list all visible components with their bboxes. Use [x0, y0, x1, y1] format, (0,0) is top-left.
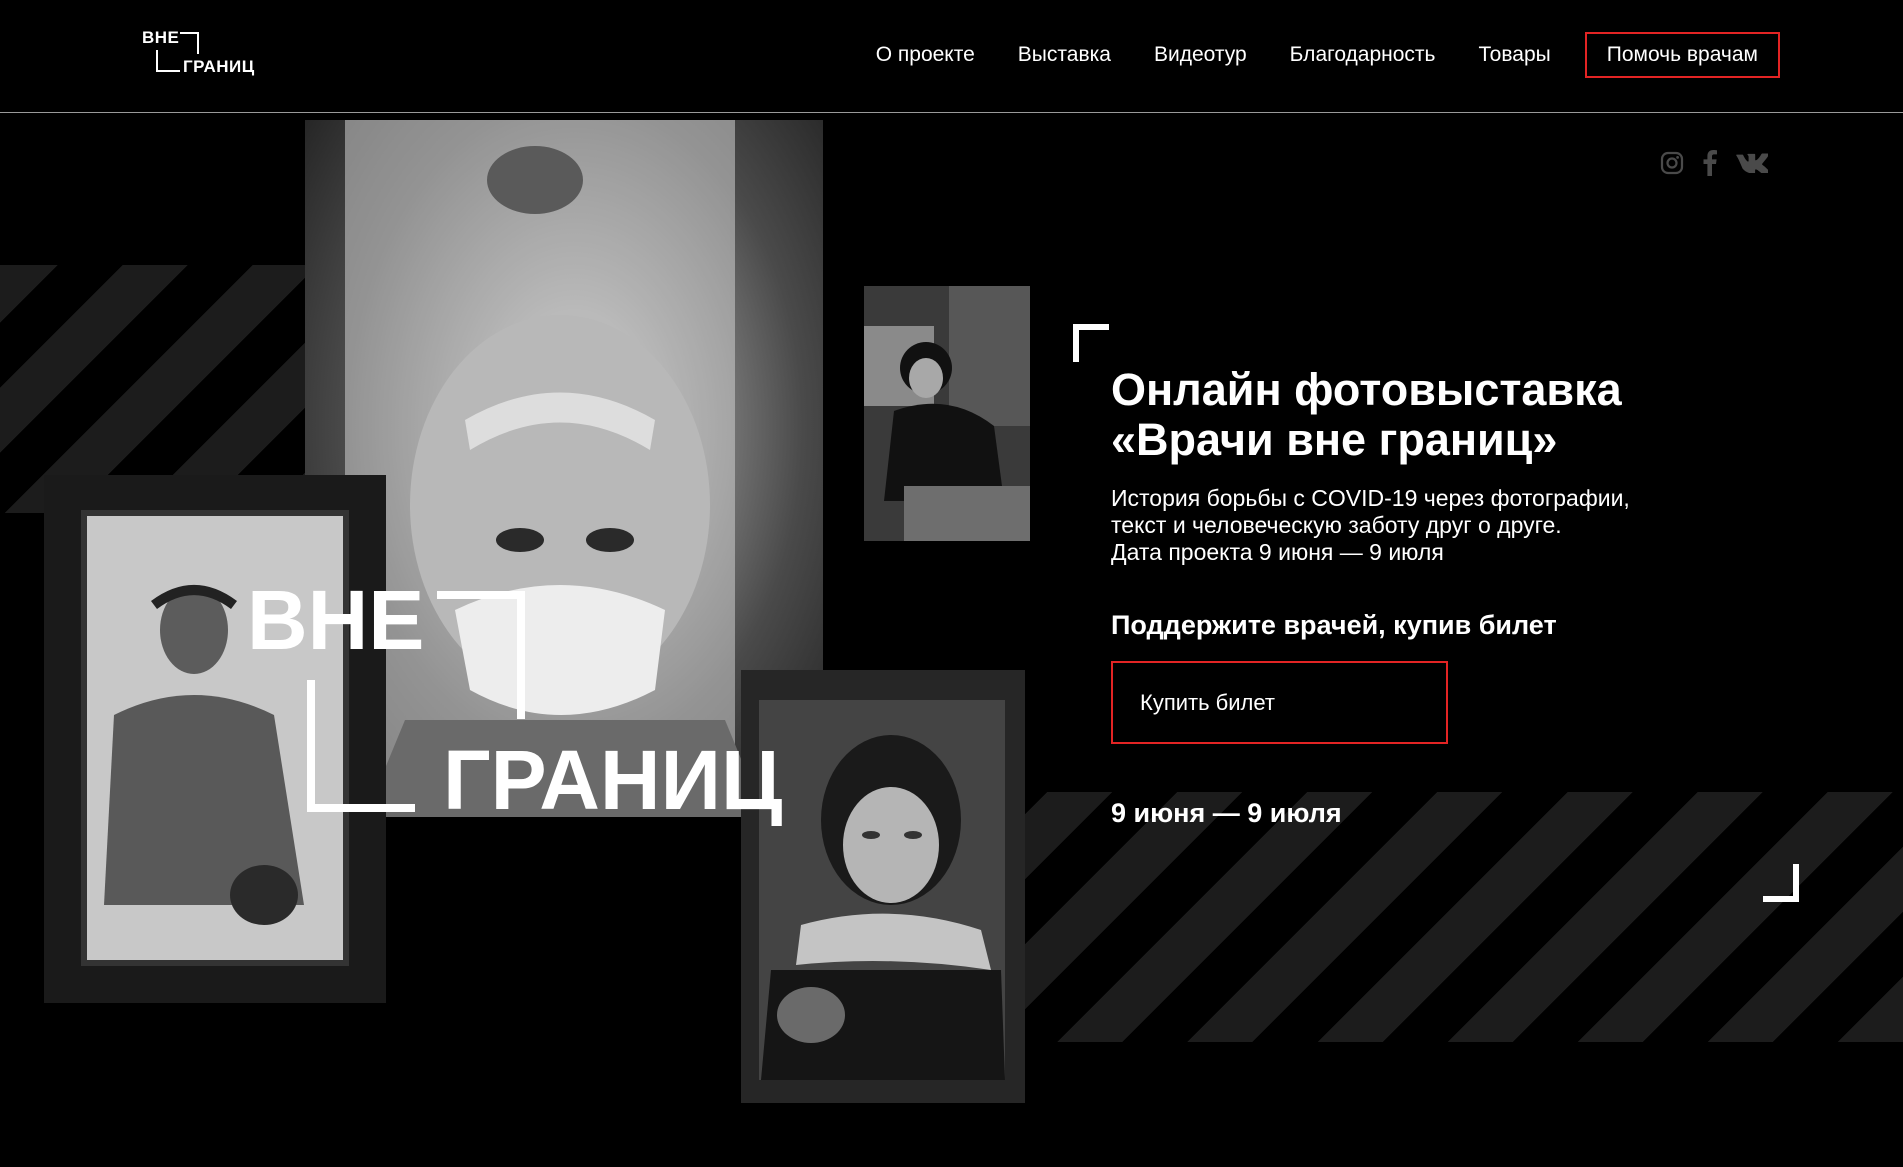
hero-desc-line-3: Дата проекта 9 июня — 9 июля: [1111, 539, 1444, 565]
content-corner-bottom-right: [1763, 864, 1799, 902]
hero-big-title-line-2: ГРАНИЦ: [443, 733, 783, 827]
hero-title: Онлайн фотовыставка «Врачи вне границ»: [1111, 365, 1711, 465]
logo-corner-bottom: [156, 50, 180, 72]
buy-ticket-button[interactable]: Купить билет: [1111, 661, 1448, 744]
nav-item-goods[interactable]: Товары: [1478, 43, 1550, 67]
nav-item-exhibition[interactable]: Выставка: [1018, 43, 1111, 67]
buy-ticket-label: Купить билет: [1140, 689, 1275, 715]
main-nav: О проекте Выставка Видеотур Благодарност…: [876, 32, 1780, 78]
content-corner-top-left: [1073, 324, 1109, 362]
hero-frame-bottom-left: [307, 680, 415, 812]
hero-desc-line-2: текст и человеческую заботу друг о друге…: [1111, 512, 1562, 538]
nav-item-videotour[interactable]: Видеотур: [1154, 43, 1247, 67]
support-heading: Поддержите врачей, купив билет: [1111, 610, 1557, 640]
vk-icon[interactable]: [1736, 153, 1770, 178]
logo[interactable]: ВНЕ ГРАНИЦ: [142, 28, 262, 82]
logo-line-1: ВНЕ: [142, 28, 180, 47]
hero-frame-top-right: [437, 591, 525, 719]
photo-doctor-woman: [741, 670, 1025, 1103]
hero-desc-line-1: История борьбы с COVID-19 через фотограф…: [1111, 485, 1630, 511]
nav-item-thanks[interactable]: Благодарность: [1290, 43, 1436, 67]
stripes-right: [1010, 792, 1903, 1042]
project-dates: 9 июня — 9 июля: [1111, 798, 1342, 828]
help-doctors-button[interactable]: Помочь врачам: [1584, 32, 1780, 78]
hero-title-line-1: Онлайн фотовыставка: [1111, 364, 1622, 415]
logo-corner-top: [180, 32, 199, 54]
nav-item-about[interactable]: О проекте: [876, 43, 975, 67]
photo-doctor-curly: [864, 286, 1030, 541]
instagram-icon[interactable]: [1660, 151, 1684, 180]
hero-title-line-2: «Врачи вне границ»: [1111, 414, 1558, 465]
hero-description: История борьбы с COVID-19 через фотограф…: [1111, 485, 1711, 566]
facebook-icon[interactable]: [1702, 150, 1718, 181]
hero-content: Онлайн фотовыставка «Врачи вне границ» И…: [1111, 365, 1711, 829]
hero-big-title-line-1: ВНЕ: [247, 573, 425, 667]
site-header: ВНЕ ГРАНИЦ О проекте Выставка Видеотур Б…: [0, 0, 1903, 113]
logo-line-2: ГРАНИЦ: [183, 57, 255, 76]
social-links: [1660, 150, 1786, 181]
